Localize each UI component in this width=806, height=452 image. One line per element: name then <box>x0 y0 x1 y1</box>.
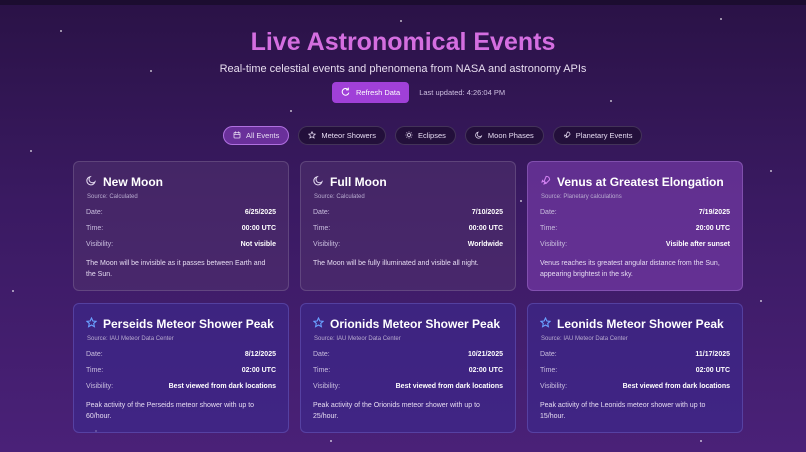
time-label: Time: <box>540 367 558 374</box>
event-description: Peak activity of the Orionids meteor sho… <box>313 402 480 420</box>
event-visibility: Worldwide <box>467 241 503 248</box>
events-grid: New Moon Source: Calculated Date: 6/25/20… <box>73 161 743 433</box>
event-time: 20:00 UTC <box>695 225 730 232</box>
date-label: Date: <box>86 209 103 216</box>
filter-label: All Events <box>246 131 280 140</box>
filter-all-events[interactable]: All Events <box>223 126 290 145</box>
visibility-label: Visibility: <box>313 241 341 248</box>
filter-moon-phases[interactable]: Moon Phases <box>464 126 544 145</box>
date-label: Date: <box>313 351 330 358</box>
event-date: 10/21/2025 <box>467 351 503 358</box>
moon-icon <box>313 173 324 191</box>
event-source: Source: Calculated <box>87 194 138 200</box>
event-time: 00:00 UTC <box>241 225 276 232</box>
event-description: The Moon will be fully illuminated and v… <box>313 260 479 267</box>
star-icon <box>308 130 317 141</box>
filter-planetary-events[interactable]: Planetary Events <box>552 126 643 145</box>
date-label: Date: <box>540 209 557 216</box>
event-card-venus-elongation[interactable]: Venus at Greatest Elongation Source: Pla… <box>527 161 743 291</box>
time-label: Time: <box>86 225 104 232</box>
event-source: Source: Planetary calculations <box>541 194 622 200</box>
star-icon <box>85 315 98 333</box>
event-time: 02:00 UTC <box>695 367 730 374</box>
event-visibility: Not visible <box>240 241 276 248</box>
star-icon <box>539 315 552 333</box>
refresh-data-button[interactable]: Refresh Data <box>332 82 410 103</box>
event-time: 00:00 UTC <box>468 225 503 232</box>
page-subtitle: Real-time celestial events and phenomena… <box>219 63 587 75</box>
visibility-label: Visibility: <box>86 241 114 248</box>
event-description: Venus reaches its greatest angular dista… <box>540 260 720 278</box>
event-source: Source: IAU Meteor Data Center <box>87 336 174 342</box>
event-visibility: Best viewed from dark locations <box>168 383 276 390</box>
date-label: Date: <box>540 351 557 358</box>
time-label: Time: <box>86 367 104 374</box>
event-description: Peak activity of the Leonids meteor show… <box>540 402 706 420</box>
event-title: Perseids Meteor Shower Peak <box>103 317 274 331</box>
event-card-new-moon[interactable]: New Moon Source: Calculated Date: 6/25/20… <box>73 161 289 291</box>
filter-eclipses[interactable]: Eclipses <box>394 126 456 145</box>
event-visibility: Best viewed from dark locations <box>622 383 730 390</box>
event-card-orionids[interactable]: Orionids Meteor Shower Peak Source: IAU … <box>300 303 516 433</box>
event-description: The Moon will be invisible as it passes … <box>86 260 266 278</box>
filter-meteor-showers[interactable]: Meteor Showers <box>298 126 386 145</box>
event-date: 7/10/2025 <box>471 209 503 216</box>
visibility-label: Visibility: <box>313 383 341 390</box>
event-date: 7/19/2025 <box>698 209 730 216</box>
rocket-icon <box>540 173 551 191</box>
date-label: Date: <box>313 209 330 216</box>
visibility-label: Visibility: <box>540 241 568 248</box>
time-label: Time: <box>313 367 331 374</box>
event-source: Source: IAU Meteor Data Center <box>541 336 628 342</box>
time-label: Time: <box>313 225 331 232</box>
event-date: 8/12/2025 <box>244 351 276 358</box>
filter-label: Meteor Showers <box>321 131 376 140</box>
event-visibility: Visible after sunset <box>665 241 730 248</box>
event-date: 11/17/2025 <box>695 351 730 358</box>
moon-icon <box>86 173 97 191</box>
star-icon <box>312 315 325 333</box>
sun-icon <box>405 131 413 141</box>
filter-label: Eclipses <box>417 131 446 140</box>
event-title: Venus at Greatest Elongation <box>557 175 724 189</box>
event-source: Source: IAU Meteor Data Center <box>314 336 401 342</box>
rocket-icon <box>563 131 571 141</box>
refresh-icon <box>341 87 350 98</box>
event-description: Peak activity of the Perseids meteor sho… <box>86 402 255 420</box>
event-date: 6/25/2025 <box>244 209 276 216</box>
event-title: Orionids Meteor Shower Peak <box>330 317 501 331</box>
date-label: Date: <box>86 351 103 358</box>
calendar-icon <box>233 131 241 141</box>
event-time: 02:00 UTC <box>241 367 276 374</box>
filter-label: Planetary Events <box>575 131 633 140</box>
event-card-full-moon[interactable]: Full Moon Source: Calculated Date: 7/10/2… <box>300 161 516 291</box>
refresh-label: Refresh Data <box>356 88 401 97</box>
event-card-perseids[interactable]: Perseids Meteor Shower Peak Source: IAU … <box>73 303 289 433</box>
window-top-bar <box>0 0 806 5</box>
filter-label: Moon Phases <box>487 131 534 140</box>
page-title: Live Astronomical Events <box>250 28 556 56</box>
event-filter-bar: All Events Meteor Showers Eclipses Moon … <box>223 126 643 145</box>
event-card-leonids[interactable]: Leonids Meteor Shower Peak Source: IAU M… <box>527 303 743 433</box>
event-source: Source: Calculated <box>314 194 365 200</box>
event-title: Full Moon <box>330 175 387 189</box>
event-visibility: Best viewed from dark locations <box>395 383 503 390</box>
event-title: New Moon <box>103 175 163 189</box>
visibility-label: Visibility: <box>540 383 568 390</box>
moon-icon <box>475 131 483 141</box>
event-title: Leonids Meteor Shower Peak <box>557 317 724 331</box>
last-updated-text: Last updated: 4:26:04 PM <box>419 88 506 97</box>
time-label: Time: <box>540 225 558 232</box>
visibility-label: Visibility: <box>86 383 114 390</box>
event-time: 02:00 UTC <box>468 367 503 374</box>
